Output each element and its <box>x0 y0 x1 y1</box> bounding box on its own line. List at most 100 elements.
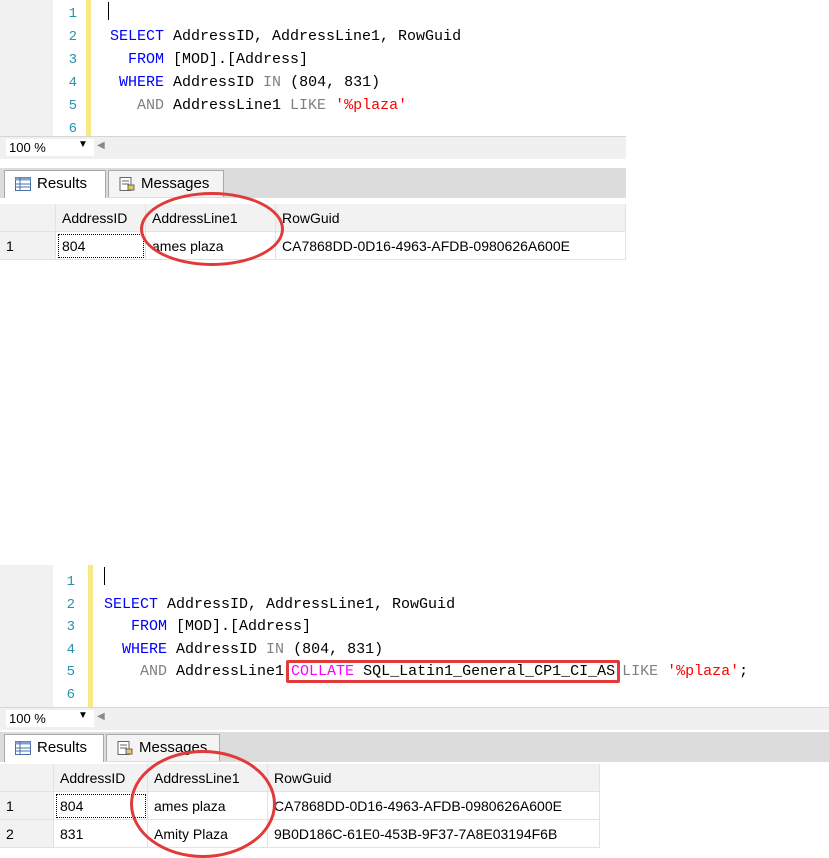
code-token: AddressLine1 <box>167 663 285 680</box>
code-token: LIKE <box>290 97 327 114</box>
code-token: AddressID, AddressLine1, RowGuid <box>158 595 456 613</box>
row-number[interactable]: 2 <box>0 820 54 848</box>
cell-addressid[interactable]: 804 <box>54 792 148 820</box>
code-text: FROM [MOD].[Address] <box>104 616 311 638</box>
tab-messages-label: Messages <box>141 175 210 192</box>
grid-corner <box>0 204 56 232</box>
line-number: 1 <box>68 6 77 22</box>
code-token: '%plaza' <box>335 97 408 114</box>
scroll-left-icon[interactable]: ◀ <box>97 140 105 151</box>
code-text: WHERE AddressID IN (804, 831) <box>104 639 383 661</box>
code-token: (804, 831) <box>284 640 384 658</box>
code-token: WHERE <box>110 74 165 91</box>
chevron-down-icon: ▼ <box>78 710 88 721</box>
code-token: (804, 831) <box>281 74 381 91</box>
tab-results-label: Results <box>37 175 88 192</box>
line-number: 5 <box>66 664 75 680</box>
code-token: IN <box>266 640 285 658</box>
code-text: FROM [MOD].[Address] <box>110 49 308 71</box>
code-text: AND AddressLine1 LIKE '%plaza' <box>110 95 407 117</box>
results-tab-bar: Results Messages <box>0 732 829 763</box>
cell-addressline1[interactable]: ames plaza <box>146 232 276 260</box>
results-grid[interactable]: AddressID AddressLine1 RowGuid 1 804 ame… <box>0 198 626 262</box>
messages-icon <box>117 741 133 755</box>
grid-header-row: AddressID AddressLine1 RowGuid <box>0 764 600 792</box>
code-token: IN <box>263 74 282 91</box>
zoom-dropdown[interactable]: 100 % ▼ <box>6 710 94 727</box>
line-number: 5 <box>68 98 77 114</box>
code-token: AddressLine1 <box>164 97 291 114</box>
code-text: SELECT AddressID, AddressLine1, RowGuid <box>110 26 461 48</box>
row-number[interactable]: 1 <box>0 232 56 260</box>
code-token: SELECT <box>110 28 165 45</box>
cell-addressid[interactable]: 831 <box>54 820 148 848</box>
scroll-left-icon[interactable]: ◀ <box>97 711 105 722</box>
sql-editor[interactable]: 1 2 SELECT AddressID, AddressLine1, RowGui… <box>0 0 626 136</box>
code-token: AddressID <box>164 74 264 91</box>
code-token: WHERE <box>104 640 168 658</box>
line-number: 1 <box>66 574 75 590</box>
collate-keyword: COLLATE <box>291 663 355 680</box>
table-row[interactable]: 1 804 ames plaza CA7868DD-0D16-4963-AFDB… <box>0 232 626 260</box>
cell-addressid[interactable]: 804 <box>56 232 146 260</box>
cell-rowguid[interactable]: CA7868DD-0D16-4963-AFDB-0980626A600E <box>276 232 626 260</box>
collate-highlight-box: COLLATE SQL_Latin1_General_CP1_CI_AS <box>286 660 621 683</box>
zoom-value: 100 % <box>9 140 46 155</box>
cell-addressline1[interactable]: ames plaza <box>148 792 268 820</box>
grid-icon <box>15 741 31 755</box>
zoom-bar: 100 % ▼ ◀ <box>0 136 626 159</box>
tab-messages[interactable]: Messages <box>108 170 224 197</box>
chevron-down-icon: ▼ <box>78 139 88 150</box>
grid-icon <box>15 177 31 191</box>
line-number: 2 <box>68 29 77 45</box>
results-grid[interactable]: AddressID AddressLine1 RowGuid 1 804 ame… <box>0 762 600 855</box>
text-cursor <box>108 2 109 20</box>
tab-results-label: Results <box>37 739 88 756</box>
code-token: ; <box>739 663 749 680</box>
code-token: AND <box>104 663 168 680</box>
column-header-addressline1[interactable]: AddressLine1 <box>146 204 276 232</box>
cell-rowguid[interactable]: CA7868DD-0D16-4963-AFDB-0980626A600E <box>268 792 600 820</box>
row-number[interactable]: 1 <box>0 792 54 820</box>
line-number: 3 <box>66 619 75 635</box>
code-token: [MOD].[Address] <box>164 51 309 68</box>
column-header-addressline1[interactable]: AddressLine1 <box>148 764 268 792</box>
code-token: SELECT <box>104 595 159 613</box>
column-header-addressid[interactable]: AddressID <box>54 764 148 792</box>
code-token: [MOD].[Address] <box>167 618 312 635</box>
collation-name: SQL_Latin1_General_CP1_CI_AS <box>354 663 616 680</box>
text-cursor <box>104 567 105 585</box>
grid-corner <box>0 764 54 792</box>
code-token: FROM <box>104 618 168 635</box>
code-token: LIKE <box>622 663 659 680</box>
line-number: 6 <box>66 686 75 703</box>
line-number: 2 <box>66 596 75 613</box>
tab-results[interactable]: Results <box>4 170 106 199</box>
code-token: AddressID <box>167 640 267 658</box>
tab-messages-label: Messages <box>139 739 208 756</box>
sql-editor[interactable]: 1 2 SELECT AddressID, AddressLine1, RowGui… <box>0 565 829 707</box>
column-header-rowguid[interactable]: RowGuid <box>268 764 600 792</box>
table-row[interactable]: 2 831 Amity Plaza 9B0D186C-61E0-453B-9F3… <box>0 820 600 848</box>
change-tracking-bar <box>86 0 91 136</box>
code-token: AddressID, AddressLine1, RowGuid <box>164 28 462 45</box>
code-text: WHERE AddressID IN (804, 831) <box>110 72 380 94</box>
cell-rowguid[interactable]: 9B0D186C-61E0-453B-9F37-7A8E03194F6B <box>268 820 600 848</box>
zoom-bar: 100 % ▼ ◀ <box>0 707 829 730</box>
line-number: 6 <box>68 121 77 136</box>
change-tracking-bar <box>88 565 93 707</box>
cell-addressline1[interactable]: Amity Plaza <box>148 820 268 848</box>
code-text: AND AddressLine1 COLLATE SQL_Latin1_Gener… <box>104 660 749 683</box>
zoom-dropdown[interactable]: 100 % ▼ <box>6 139 94 156</box>
column-header-addressid[interactable]: AddressID <box>56 204 146 232</box>
tab-results[interactable]: Results <box>4 734 104 763</box>
tab-messages[interactable]: Messages <box>106 734 220 761</box>
code-token: '%plaza' <box>667 663 740 680</box>
zoom-value: 100 % <box>9 711 46 726</box>
table-row[interactable]: 1 804 ames plaza CA7868DD-0D16-4963-AFDB… <box>0 792 600 820</box>
messages-icon <box>119 177 135 191</box>
line-number: 3 <box>68 52 77 68</box>
line-number: 4 <box>66 641 75 658</box>
column-header-rowguid[interactable]: RowGuid <box>276 204 626 232</box>
